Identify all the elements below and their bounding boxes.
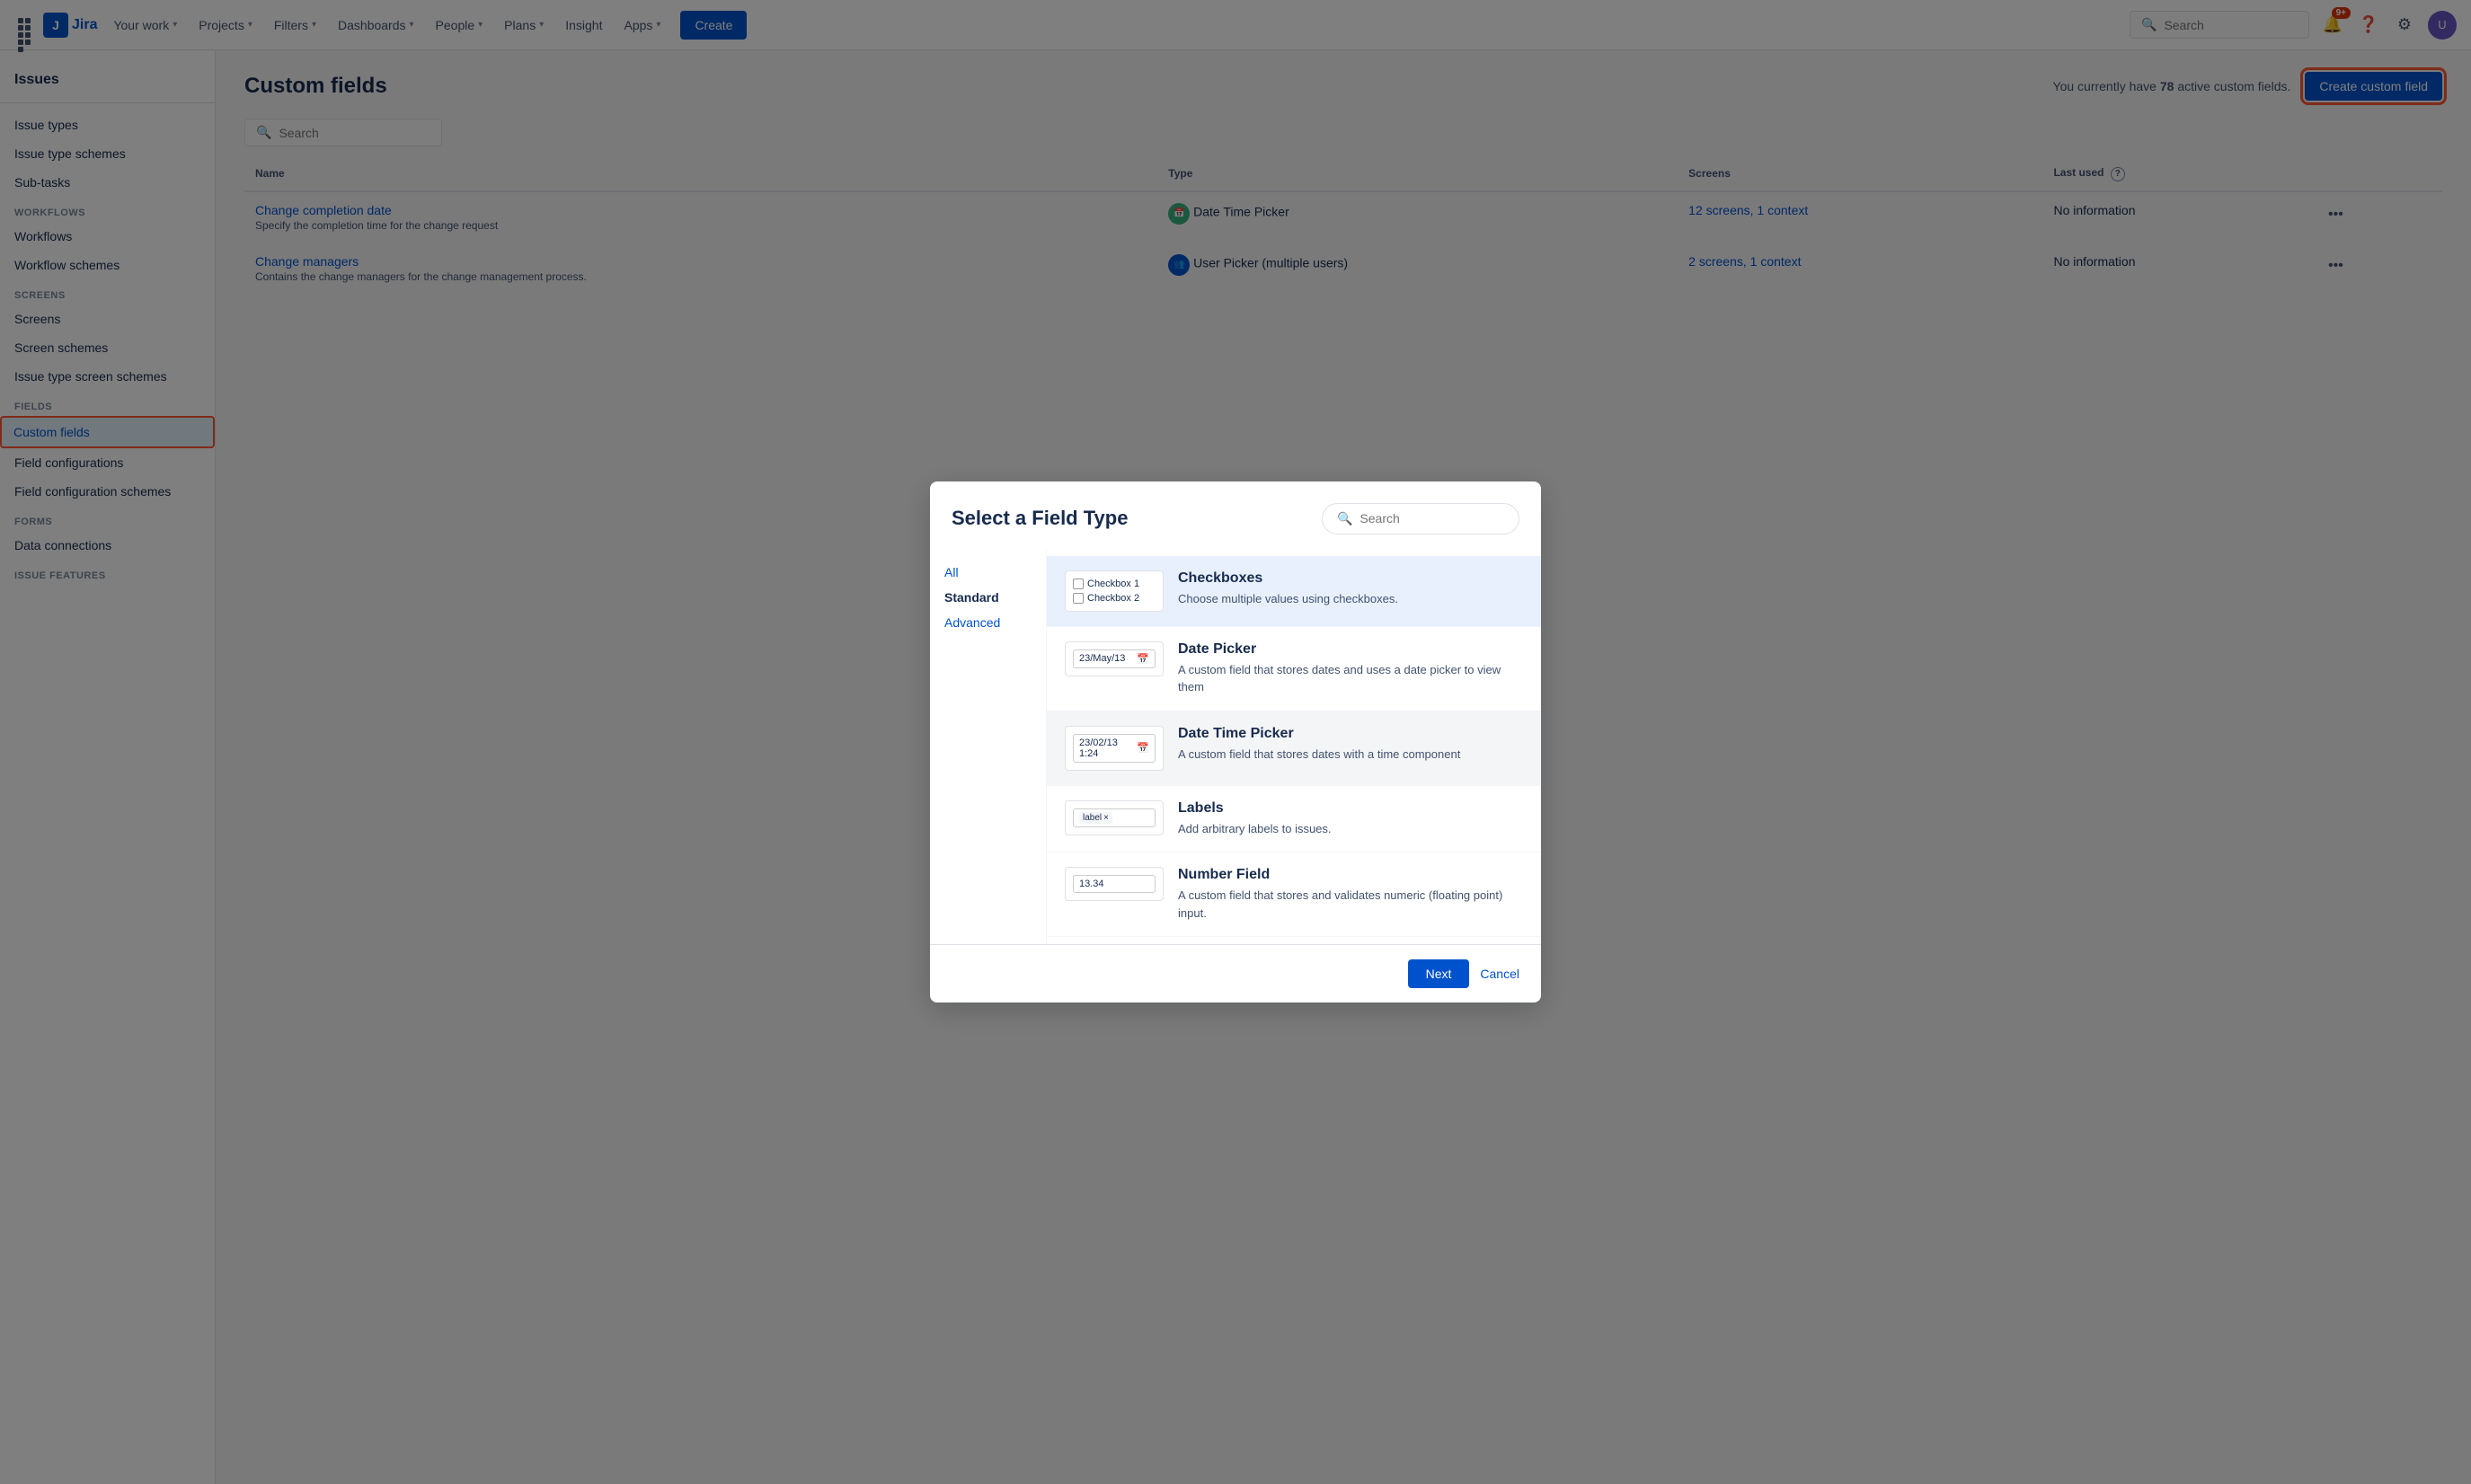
field-type-desc: A custom field that stores dates and use…: [1178, 661, 1523, 696]
date-text: 23/May/13: [1079, 653, 1125, 664]
checkbox-label: Checkbox 2: [1087, 593, 1139, 604]
field-info: Checkboxes Choose multiple values using …: [1178, 570, 1523, 608]
field-type-name: Labels: [1178, 800, 1523, 817]
field-info: Number Field A custom field that stores …: [1178, 867, 1523, 922]
modal-body: All Standard Advanced Checkbox 1 Checkbo…: [930, 549, 1541, 945]
field-type-list: Checkbox 1 Checkbox 2 Checkboxes Choose …: [1047, 549, 1541, 945]
close-icon: ×: [1103, 813, 1109, 823]
labels-preview: label ×: [1065, 800, 1164, 835]
field-type-name: Date Time Picker: [1178, 726, 1523, 742]
modal-header: Select a Field Type 🔍: [930, 481, 1541, 549]
field-type-desc: Choose multiple values using checkboxes.: [1178, 590, 1523, 608]
calendar-icon: 📅: [1137, 653, 1149, 665]
field-type-desc: A custom field that stores dates with a …: [1178, 746, 1523, 764]
label-tag: label ×: [1079, 812, 1112, 824]
field-type-checkboxes[interactable]: Checkbox 1 Checkbox 2 Checkboxes Choose …: [1047, 556, 1541, 627]
field-type-name: Number Field: [1178, 867, 1523, 883]
field-info: Date Time Picker A custom field that sto…: [1178, 726, 1523, 764]
field-type-name: Checkboxes: [1178, 570, 1523, 587]
select-field-type-modal: Select a Field Type 🔍 All Standard Advan…: [930, 481, 1541, 1003]
field-type-desc: A custom field that stores and validates…: [1178, 887, 1523, 922]
calendar-icon: 📅: [1137, 742, 1149, 754]
field-type-labels[interactable]: label × Labels Add arbitrary labels to i…: [1047, 786, 1541, 853]
next-button[interactable]: Next: [1408, 959, 1470, 988]
cancel-button[interactable]: Cancel: [1480, 967, 1519, 981]
filter-advanced[interactable]: Advanced: [944, 610, 1032, 635]
field-info: Labels Add arbitrary labels to issues.: [1178, 800, 1523, 838]
datetime-text: 23/02/13 1:24: [1079, 738, 1137, 759]
modal-search-input[interactable]: [1359, 511, 1504, 526]
field-info: Date Picker A custom field that stores d…: [1178, 641, 1523, 696]
field-type-number-field[interactable]: 13.34 Number Field A custom field that s…: [1047, 852, 1541, 937]
field-type-desc: Add arbitrary labels to issues.: [1178, 820, 1523, 838]
modal-title: Select a Field Type: [952, 507, 1128, 530]
search-icon: 🔍: [1337, 511, 1352, 526]
checkbox-row: Checkbox 2: [1073, 593, 1156, 604]
number-preview: 13.34: [1073, 875, 1156, 893]
date-picker-preview: 23/May/13 📅: [1065, 641, 1164, 676]
modal-filter-sidebar: All Standard Advanced: [930, 549, 1047, 945]
filter-standard: Standard: [944, 585, 1032, 610]
checkbox-row: Checkbox 1: [1073, 579, 1156, 589]
filter-all[interactable]: All: [944, 560, 1032, 585]
datetime-preview: 23/02/13 1:24 📅: [1073, 734, 1156, 763]
field-type-date-picker[interactable]: 23/May/13 📅 Date Picker A custom field t…: [1047, 627, 1541, 711]
checkboxes-preview: Checkbox 1 Checkbox 2: [1065, 570, 1164, 612]
datetime-picker-preview: 23/02/13 1:24 📅: [1065, 726, 1164, 771]
checkbox-icon: [1073, 593, 1084, 604]
checkbox-icon: [1073, 579, 1084, 589]
number-field-preview: 13.34: [1065, 867, 1164, 901]
modal-search[interactable]: 🔍: [1322, 503, 1519, 534]
field-type-name: Date Picker: [1178, 641, 1523, 658]
modal-footer: Next Cancel: [930, 944, 1541, 1003]
date-preview: 23/May/13 📅: [1073, 649, 1156, 668]
label-preview: label ×: [1073, 808, 1156, 827]
field-type-date-time-picker[interactable]: 23/02/13 1:24 📅 Date Time Picker A custo…: [1047, 711, 1541, 786]
modal-overlay: Select a Field Type 🔍 All Standard Advan…: [0, 0, 2471, 1484]
checkbox-label: Checkbox 1: [1087, 579, 1139, 589]
